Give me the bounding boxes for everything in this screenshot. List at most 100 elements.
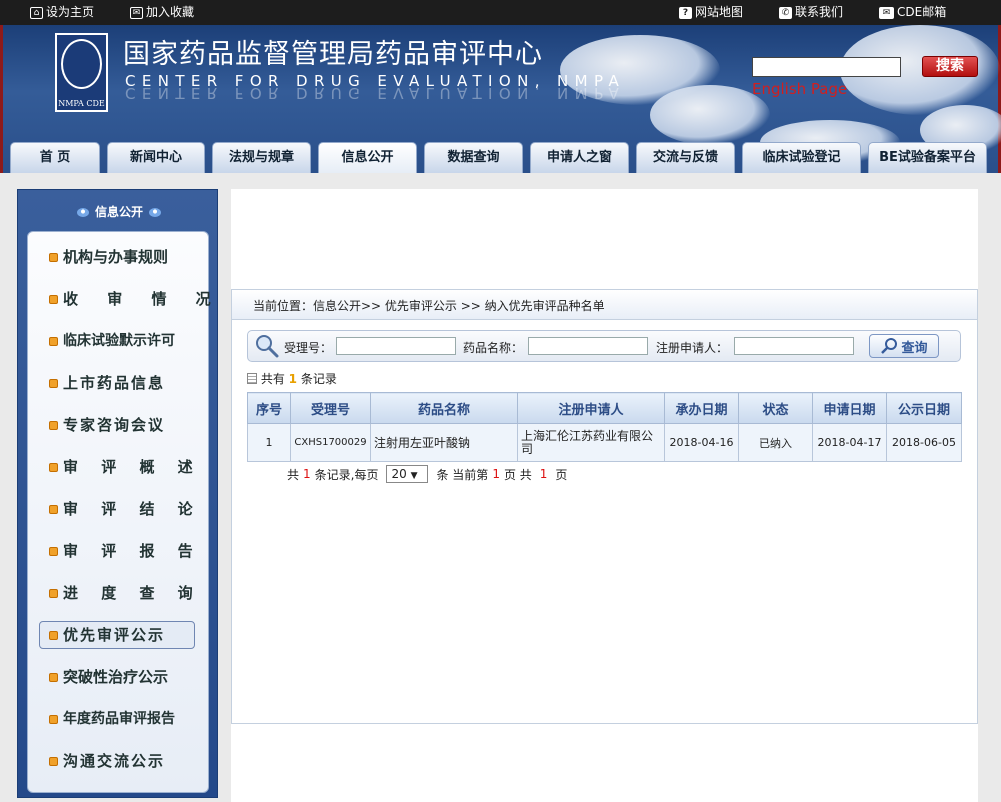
tab-data-query[interactable]: 数据查询 — [424, 142, 523, 173]
cde-logo: NMPA CDE — [55, 33, 108, 112]
english-page-link[interactable]: English Page — [752, 80, 847, 98]
record-count-prefix: 共有 — [260, 372, 285, 386]
search-button[interactable]: 搜索 — [922, 56, 978, 77]
add-favorite-link[interactable]: ✉ 加入收藏 — [130, 0, 194, 25]
set-home-label: 设为主页 — [46, 5, 95, 19]
tab-info-public[interactable]: 信息公开 — [318, 142, 417, 173]
applicant-label: 注册申请人： — [656, 341, 729, 355]
rss-icon — [49, 462, 58, 472]
cell-index: 1 — [247, 423, 291, 462]
phone-icon: ✆ — [779, 6, 792, 19]
tab-clinical-registration[interactable]: 临床试验登记 — [742, 142, 861, 173]
cell-apply-date: 2018-04-17 — [812, 423, 887, 462]
sidebar-item-expert-meeting[interactable]: 专家咨询会议 — [49, 413, 165, 437]
tab-regulations[interactable]: 法规与规章 — [212, 142, 311, 173]
rss-icon — [49, 546, 58, 556]
site-search-input[interactable] — [752, 57, 901, 77]
sidebar-item-label: 专家咨询会议 — [63, 416, 166, 434]
drug-name-input[interactable] — [528, 337, 648, 355]
site-map-link[interactable]: ? 网站地图 — [679, 0, 743, 25]
sidebar-item-receipt[interactable]: 收 审 情 况 — [49, 287, 223, 311]
contact-link[interactable]: ✆ 联系我们 — [779, 0, 843, 25]
sidebar-item-label: 机构与办事规则 — [63, 248, 169, 266]
col-header-apply-date: 申请日期 — [812, 392, 887, 424]
sidebar-item-label: 审 评 结 论 — [63, 500, 202, 518]
sidebar-item-annual-report[interactable]: 年度药品审评报告 — [49, 707, 175, 731]
sidebar-item-label: 沟通交流公示 — [63, 752, 166, 770]
sidebar-item-label: 上市药品信息 — [63, 374, 166, 392]
site-title: 国家药品监督管理局药品审评中心 — [123, 39, 543, 70]
tab-be-platform[interactable]: BE试验备案平台 — [868, 142, 987, 173]
col-header-publish-date: 公示日期 — [886, 392, 962, 424]
accept-no-label: 受理号： — [284, 341, 333, 355]
query-button-label: 查询 — [901, 340, 928, 356]
pagination: 共 1 条记录,每页 20 ▼ 条 当前第 1 页 共 1 页 — [287, 465, 567, 483]
sidebar-title-label: 信息公开 — [94, 205, 143, 219]
col-header-status: 状态 — [738, 392, 813, 424]
pager-per-page-label: 条记录,每页 — [314, 467, 379, 482]
contact-label: 联系我们 — [795, 5, 844, 19]
table-row[interactable]: 1 CXHS1700029 注射用左亚叶酸钠 上海汇伦江苏药业有限公司 2018… — [247, 423, 962, 462]
results-table: 序号 受理号 药品名称 注册申请人 承办日期 状态 申请日期 公示日期 1 CX… — [247, 392, 962, 462]
sidebar-item-clinical-permit[interactable]: 临床试验默示许可 — [49, 329, 175, 353]
tab-news[interactable]: 新闻中心 — [107, 142, 205, 173]
banner-left-border — [0, 25, 3, 173]
pager-pages-prefix: 页 共 — [503, 467, 532, 482]
cell-publish-date: 2018-06-05 — [886, 423, 962, 462]
col-header-drug-name: 药品名称 — [370, 392, 518, 424]
record-count-suffix: 条记录 — [300, 372, 337, 386]
rss-icon — [49, 378, 58, 388]
eye-icon — [76, 208, 89, 217]
table-header-row: 序号 受理号 药品名称 注册申请人 承办日期 状态 申请日期 公示日期 — [247, 392, 962, 424]
col-header-accept-no: 受理号 — [290, 392, 371, 424]
top-bar: ⌂ 设为主页 ✉ 加入收藏 ? 网站地图 ✆ 联系我们 ✉ CDE邮箱 — [0, 0, 1001, 25]
pager-current-prefix: 条 当前第 — [436, 467, 489, 482]
sidebar-item-communication[interactable]: 沟通交流公示 — [49, 749, 165, 773]
rss-icon — [49, 630, 58, 640]
sidebar-item-marketed-drugs[interactable]: 上市药品信息 — [49, 371, 165, 395]
sidebar-item-label: 年度药品审评报告 — [63, 711, 175, 727]
pager-total-value: 1 — [303, 467, 311, 481]
pager-total-prefix: 共 — [287, 467, 300, 482]
sidebar-item-progress-query[interactable]: 进 度 查 询 — [49, 581, 202, 605]
magnifier-icon — [256, 335, 279, 358]
page-size-select[interactable]: 20 ▼ — [386, 465, 429, 483]
cde-mail-link[interactable]: ✉ CDE邮箱 — [879, 0, 946, 25]
rss-icon — [49, 420, 58, 430]
cell-status: 已纳入 — [738, 423, 813, 462]
page-size-value: 20 — [391, 467, 407, 481]
logo-text: NMPA CDE — [58, 99, 105, 108]
sidebar-item-priority-review[interactable]: 优先审评公示 — [49, 623, 165, 647]
applicant-input[interactable] — [734, 337, 854, 355]
query-button[interactable]: 查询 — [869, 334, 939, 358]
pager-pages-suffix: 页 — [555, 467, 568, 482]
sidebar-item-label: 收 审 情 况 — [63, 290, 223, 308]
tab-applicant[interactable]: 申请人之窗 — [530, 142, 629, 173]
rss-icon — [49, 672, 58, 682]
sidebar-item-review-report[interactable]: 审 评 报 告 — [49, 539, 202, 563]
pager-current-value: 1 — [492, 467, 500, 481]
drug-name-label: 药品名称： — [463, 341, 524, 355]
site-map-label: 网站地图 — [695, 5, 744, 19]
rss-icon — [49, 714, 58, 724]
sidebar-item-rules[interactable]: 机构与办事规则 — [49, 245, 168, 269]
rss-icon — [49, 756, 58, 766]
set-home-link[interactable]: ⌂ 设为主页 — [30, 0, 94, 25]
cde-mail-label: CDE邮箱 — [897, 5, 947, 19]
tab-feedback[interactable]: 交流与反馈 — [636, 142, 735, 173]
sidebar-item-label: 优先审评公示 — [63, 626, 166, 644]
list-icon — [247, 373, 257, 384]
sidebar-item-review-conclusion[interactable]: 审 评 结 论 — [49, 497, 202, 521]
accept-no-input[interactable] — [336, 337, 456, 355]
sidebar-item-review-overview[interactable]: 审 评 概 述 — [49, 455, 202, 479]
sidebar-item-label: 审 评 报 告 — [63, 542, 202, 560]
record-count-value: 1 — [288, 372, 298, 386]
breadcrumb: 当前位置：信息公开>> 优先审评公示 >> 纳入优先审评品种名单 — [253, 299, 605, 313]
sidebar-item-breakthrough[interactable]: 突破性治疗公示 — [49, 665, 168, 689]
sidebar-item-label: 临床试验默示许可 — [63, 333, 175, 349]
cell-drug-name[interactable]: 注射用左亚叶酸钠 — [370, 423, 518, 462]
sidebar-title: 信息公开 — [34, 199, 204, 225]
rss-icon — [49, 588, 58, 598]
tab-home[interactable]: 首 页 — [10, 142, 100, 173]
add-favorite-label: 加入收藏 — [146, 5, 195, 19]
